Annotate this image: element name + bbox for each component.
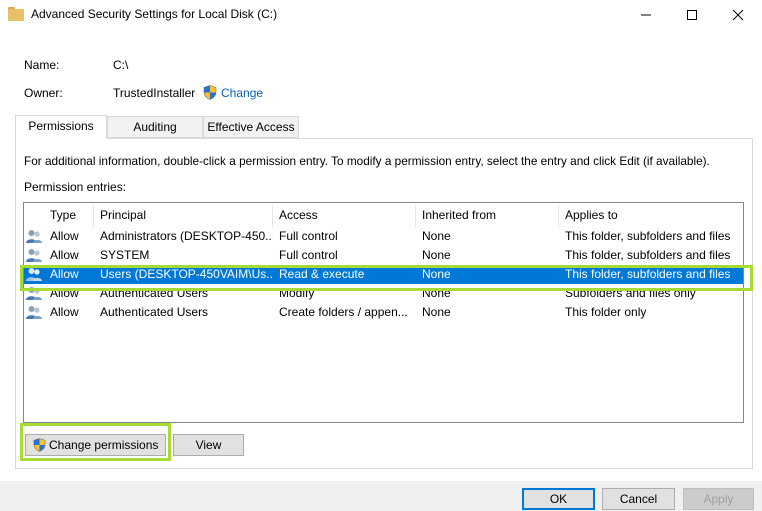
column-separator[interactable] [272, 205, 273, 227]
cell-access: Full control [279, 229, 338, 243]
highlight-box-selected-row [20, 265, 753, 291]
maximize-button[interactable] [669, 0, 715, 30]
tab-effective-access[interactable]: Effective Access [203, 116, 299, 138]
cell-type: Allow [50, 248, 79, 262]
change-owner-link[interactable]: Change [221, 86, 263, 100]
close-icon [732, 9, 744, 21]
column-header-access[interactable]: Access [279, 205, 318, 227]
title-bar[interactable]: Advanced Security Settings for Local Dis… [0, 0, 762, 30]
security-settings-window: Advanced Security Settings for Local Dis… [0, 0, 762, 511]
users-icon [26, 306, 42, 319]
view-button[interactable]: View [173, 434, 244, 456]
column-header-applies-to[interactable]: Applies to [565, 205, 618, 227]
owner-label: Owner: [24, 86, 63, 100]
close-button[interactable] [715, 0, 761, 30]
highlight-box-change-permissions [20, 423, 171, 461]
owner-value: TrustedInstaller [113, 86, 196, 100]
ok-button[interactable]: OK [522, 488, 595, 510]
cell-principal: Authenticated Users [100, 305, 209, 319]
column-separator[interactable] [93, 205, 94, 227]
cell-applies-to: This folder, subfolders and files [565, 229, 731, 243]
cell-access: Full control [279, 248, 338, 262]
column-separator[interactable] [558, 205, 559, 227]
minimize-icon [641, 14, 651, 16]
folder-icon [8, 7, 24, 21]
column-separator[interactable] [415, 205, 416, 227]
cell-access: Create folders / appen... [279, 305, 408, 319]
cell-inherited-from: None [422, 229, 451, 243]
table-row[interactable]: Allow Administrators (DESKTOP-450... Ful… [24, 227, 743, 246]
cell-principal: Administrators (DESKTOP-450... [100, 229, 272, 243]
column-header-inherited-from[interactable]: Inherited from [422, 205, 496, 227]
users-icon [26, 249, 42, 262]
window-title: Advanced Security Settings for Local Dis… [31, 7, 278, 21]
minimize-button[interactable] [623, 0, 669, 30]
cell-inherited-from: None [422, 248, 451, 262]
cell-applies-to: This folder only [565, 305, 647, 319]
column-header-principal[interactable]: Principal [100, 205, 146, 227]
cell-type: Allow [50, 305, 79, 319]
name-value: C:\ [113, 58, 129, 72]
instructions-text: For additional information, double-click… [24, 154, 710, 168]
tab-permissions[interactable]: Permissions [15, 115, 107, 139]
cell-inherited-from: None [422, 305, 451, 319]
cell-type: Allow [50, 229, 79, 243]
table-row[interactable]: Allow Authenticated Users Create folders… [24, 303, 743, 322]
cell-principal: SYSTEM [100, 248, 150, 262]
table-row[interactable]: Allow SYSTEM Full control None This fold… [24, 246, 743, 265]
users-icon [26, 230, 42, 243]
name-label: Name: [24, 58, 60, 72]
permission-entries-label: Permission entries: [24, 180, 127, 194]
column-header-type[interactable]: Type [50, 205, 76, 227]
uac-shield-icon [203, 85, 217, 100]
cancel-button[interactable]: Cancel [602, 488, 675, 510]
maximize-icon [687, 10, 697, 20]
apply-button[interactable]: Apply [683, 488, 754, 510]
tab-auditing[interactable]: Auditing [107, 116, 203, 138]
cell-applies-to: This folder, subfolders and files [565, 248, 731, 262]
